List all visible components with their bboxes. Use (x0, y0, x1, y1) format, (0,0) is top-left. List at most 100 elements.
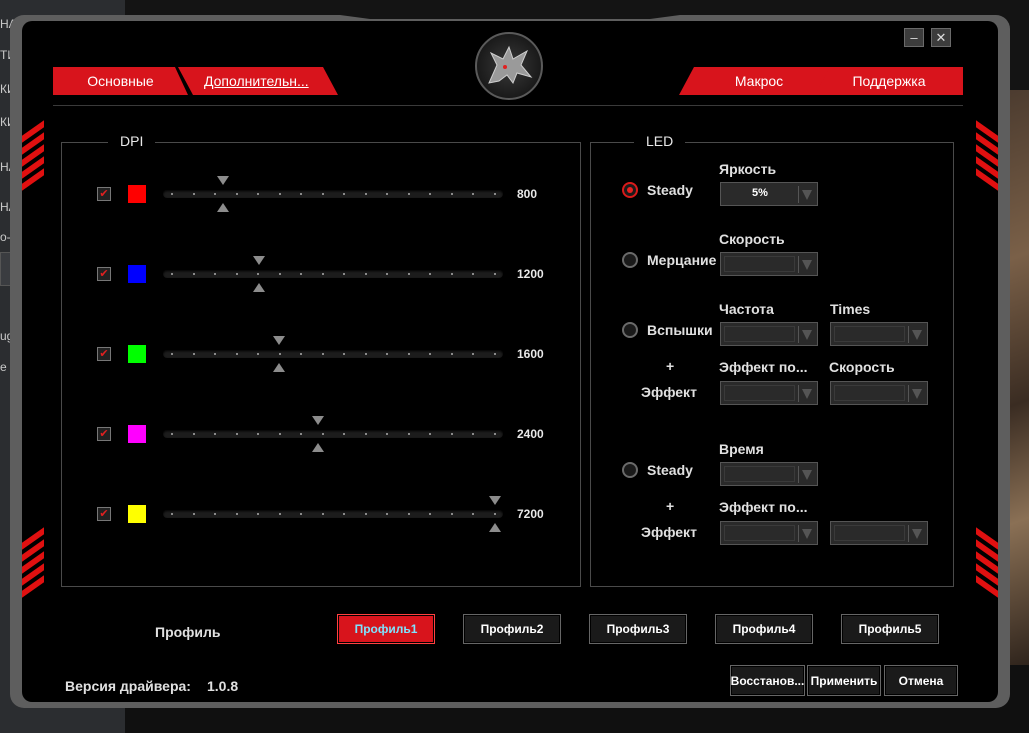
apply-button[interactable]: Применить (807, 665, 881, 696)
slider-tick (343, 273, 345, 275)
frequency-label: Частота (719, 301, 774, 317)
slider-thumb-bottom-icon[interactable] (273, 363, 286, 372)
time-label: Время (719, 441, 764, 457)
effect2-extra-select[interactable] (830, 521, 928, 545)
restore-button[interactable]: Восстанов... (730, 665, 805, 696)
chevron-down-icon (798, 256, 815, 273)
tab-advanced[interactable]: Дополнительн... (178, 67, 338, 95)
steady-radio[interactable] (622, 182, 638, 198)
tab-support[interactable]: Поддержка (815, 67, 963, 95)
dpi-color-swatch[interactable] (128, 505, 146, 523)
slider-tick (214, 273, 216, 275)
dpi-level-checkbox[interactable]: ✔ (97, 347, 111, 361)
divider (53, 105, 963, 106)
profile4-button[interactable]: Профиль4 (715, 614, 813, 644)
dpi-level-checkbox[interactable]: ✔ (97, 507, 111, 521)
slider-tick (257, 513, 259, 515)
slider-thumb-top-icon[interactable] (312, 416, 325, 425)
slider-tick (386, 273, 388, 275)
slider-tick (407, 273, 410, 275)
flicker-radio[interactable] (622, 252, 638, 268)
slider-tick (343, 513, 345, 515)
dpi-color-swatch[interactable] (128, 345, 146, 363)
slider-tick (192, 193, 195, 195)
profile3-button[interactable]: Профиль3 (589, 614, 687, 644)
dpi-value: 1600 (517, 347, 544, 361)
dpi-color-swatch[interactable] (128, 425, 146, 443)
speed-select[interactable] (720, 252, 818, 276)
slider-tick (343, 353, 345, 355)
slider-tick (300, 433, 302, 435)
dragon-logo-icon (475, 32, 543, 100)
dpi-slider[interactable] (163, 270, 503, 278)
dpi-color-swatch[interactable] (128, 185, 146, 203)
dpi-value: 800 (517, 187, 538, 201)
slider-thumb-top-icon[interactable] (273, 336, 286, 345)
profile5-button[interactable]: Профиль5 (841, 614, 939, 644)
slider-thumb-top-icon[interactable] (489, 496, 501, 505)
slider-tick (321, 193, 324, 195)
slider-tick (300, 273, 302, 275)
speed-label: Скорость (719, 231, 785, 247)
slider-tick (235, 353, 238, 355)
slider-tick (257, 353, 259, 355)
slider-thumb-top-icon[interactable] (253, 256, 266, 265)
slider-tick (192, 513, 195, 515)
slider-tick (321, 513, 324, 515)
slider-thumb-bottom-icon[interactable] (217, 203, 230, 212)
steady2-label: Steady (647, 462, 693, 478)
tab-macro[interactable]: Макрос (679, 67, 839, 95)
slider-tick (407, 193, 410, 195)
slider-thumb-bottom-icon[interactable] (253, 283, 266, 292)
slider-tick (364, 273, 367, 275)
slider-tick (472, 193, 474, 195)
slider-tick (321, 433, 324, 435)
minimize-button[interactable]: – (904, 28, 924, 47)
driver-version-label: Версия драйвера: (65, 678, 191, 694)
tab-main[interactable]: Основные (53, 67, 188, 95)
slider-tick (321, 353, 324, 355)
effect-transition-label: Эффект по... (719, 359, 808, 375)
slider-tick (278, 353, 281, 355)
effect-transition2-select[interactable] (720, 521, 818, 545)
brightness-select[interactable]: 5% (720, 182, 818, 206)
dpi-slider[interactable] (163, 350, 503, 358)
red-stripes-decoration (22, 527, 44, 598)
dpi-value: 1200 (517, 267, 544, 281)
red-stripes-decoration (976, 120, 998, 191)
effect-transition-select[interactable] (720, 381, 818, 405)
slider-thumb-bottom-icon[interactable] (489, 523, 501, 532)
slider-tick (386, 513, 388, 515)
dpi-title: DPI (108, 133, 156, 151)
flash-radio[interactable] (622, 322, 638, 338)
dpi-slider[interactable] (163, 510, 503, 518)
times-select[interactable] (830, 322, 928, 346)
dpi-level-checkbox[interactable]: ✔ (97, 267, 111, 281)
slider-tick (450, 433, 453, 435)
slider-tick (300, 193, 302, 195)
dpi-level-checkbox[interactable]: ✔ (97, 427, 111, 441)
dpi-slider[interactable] (163, 430, 503, 438)
dpi-color-swatch[interactable] (128, 265, 146, 283)
time-select[interactable] (720, 462, 818, 486)
close-button[interactable]: ✕ (931, 28, 951, 47)
dpi-slider[interactable] (163, 190, 503, 198)
slider-tick (429, 273, 431, 275)
slider-thumb-top-icon[interactable] (217, 176, 230, 185)
slider-tick (450, 273, 453, 275)
slider-tick (192, 273, 195, 275)
effect-speed-select[interactable] (830, 381, 928, 405)
frequency-select[interactable] (720, 322, 818, 346)
slider-tick (364, 433, 367, 435)
profile1-button[interactable]: Профиль1 (337, 614, 435, 644)
cancel-button[interactable]: Отмена (884, 665, 958, 696)
slider-tick (278, 273, 281, 275)
slider-thumb-bottom-icon[interactable] (312, 443, 325, 452)
steady2-radio[interactable] (622, 462, 638, 478)
profile2-button[interactable]: Профиль2 (463, 614, 561, 644)
slider-tick (171, 193, 173, 195)
profile-label: Профиль (155, 624, 221, 640)
dpi-level-checkbox[interactable]: ✔ (97, 187, 111, 201)
slider-tick (300, 513, 302, 515)
led-title: LED (634, 133, 686, 151)
